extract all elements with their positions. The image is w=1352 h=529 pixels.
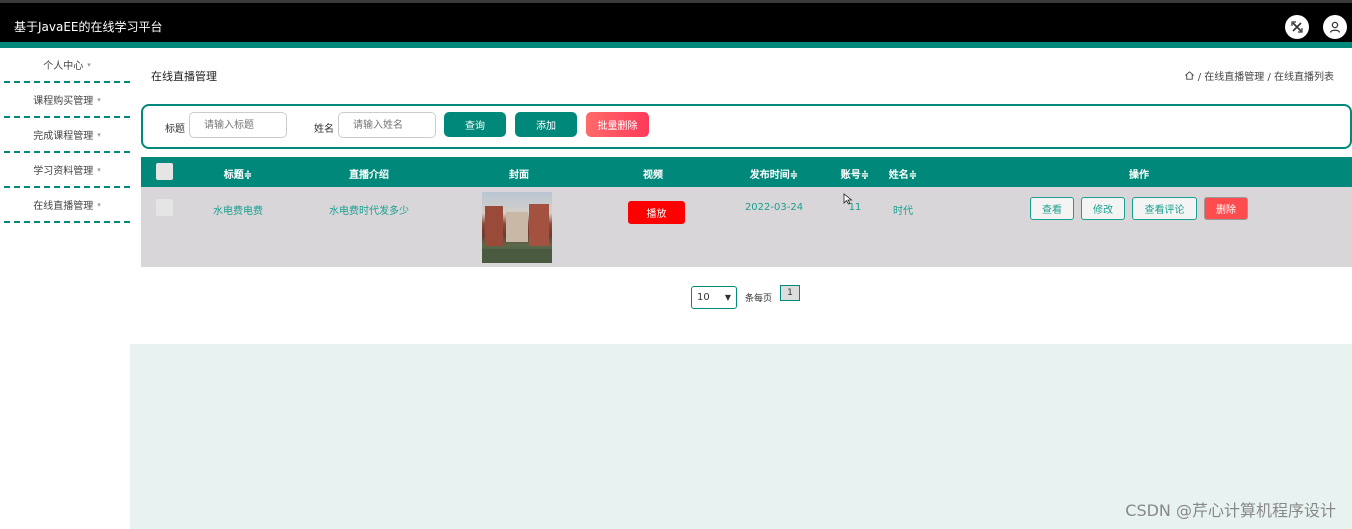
name-label: 姓名 xyxy=(314,124,334,135)
col-account[interactable]: 账号≑ xyxy=(841,166,869,181)
top-bar: 基于JavaEE的在线学习平台 xyxy=(0,0,1352,48)
view-comments-button[interactable]: 查看评论 xyxy=(1132,197,1197,220)
main-content: 在线直播管理 / 在线直播管理 / 在线直播列表 标题 姓名 查询 添加 批量删… xyxy=(130,48,1352,529)
col-intro: 直播介绍 xyxy=(349,170,389,181)
cover-image xyxy=(482,192,552,263)
add-button[interactable]: 添加 xyxy=(515,112,577,137)
caret-down-icon: ▾ xyxy=(97,165,101,174)
query-button[interactable]: 查询 xyxy=(444,112,506,137)
live-table: 标题≑ 直播介绍 封面 视频 发布时间≑ 账号≑ 姓名≑ 操作 水电费电费 水电… xyxy=(141,157,1352,267)
sidebar-item-study-materials[interactable]: 学习资料管理 ▾ xyxy=(4,153,130,188)
select-all-checkbox[interactable] xyxy=(156,163,173,180)
page-size-value: 10 xyxy=(697,292,710,303)
sidebar-item-personal-center[interactable]: 个人中心 ▾ xyxy=(4,48,130,83)
row-title: 水电费电费 xyxy=(213,206,263,217)
search-panel: 标题 姓名 查询 添加 批量删除 xyxy=(141,104,1352,149)
sidebar-item-completed-courses[interactable]: 完成课程管理 ▾ xyxy=(4,118,130,153)
watermark: CSDN @芹心计算机程序设计 xyxy=(1125,501,1336,520)
play-button[interactable]: 播放 xyxy=(628,201,685,224)
name-search-input[interactable] xyxy=(338,112,436,138)
page-size-select[interactable]: 10 ▼ xyxy=(691,286,737,309)
col-cover: 封面 xyxy=(509,170,529,181)
sidebar-item-label: 学习资料管理 xyxy=(33,166,94,177)
home-icon[interactable] xyxy=(1184,70,1195,81)
mouse-cursor-icon xyxy=(843,193,853,205)
caret-down-icon: ▾ xyxy=(97,95,101,104)
row-publish-time: 2022-03-24 xyxy=(744,202,804,213)
caret-down-icon: ▾ xyxy=(87,60,91,69)
page-title: 在线直播管理 xyxy=(151,70,217,83)
delete-button[interactable]: 删除 xyxy=(1204,197,1248,220)
user-icon[interactable] xyxy=(1323,15,1347,39)
close-fullscreen-icon[interactable] xyxy=(1285,15,1309,39)
col-name[interactable]: 姓名≑ xyxy=(889,166,917,181)
sidebar-item-label: 课程购买管理 xyxy=(33,96,94,107)
table-row: 水电费电费 水电费时代发多少 播放 2022-03-24 11 时代 查看 修改… xyxy=(141,187,1352,267)
breadcrumb: / 在线直播管理 / 在线直播列表 xyxy=(1184,68,1334,83)
col-publish-time[interactable]: 发布时间≑ xyxy=(750,166,798,181)
title-search-input[interactable] xyxy=(189,112,287,138)
col-operations: 操作 xyxy=(1129,170,1149,181)
row-checkbox[interactable] xyxy=(156,199,173,216)
batch-delete-button[interactable]: 批量删除 xyxy=(586,112,649,137)
sidebar-item-course-purchase[interactable]: 课程购买管理 ▾ xyxy=(4,83,130,118)
sidebar-item-live-management[interactable]: 在线直播管理 ▾ xyxy=(4,188,130,223)
row-name: 时代 xyxy=(893,206,913,217)
title-label: 标题 xyxy=(165,124,185,135)
app-title: 基于JavaEE的在线学习平台 xyxy=(14,20,163,34)
sidebar: 个人中心 ▾ 课程购买管理 ▾ 完成课程管理 ▾ 学习资料管理 ▾ 在线直播管理 ▾ xyxy=(0,48,130,529)
col-video: 视频 xyxy=(643,170,663,181)
breadcrumb-path[interactable]: / 在线直播管理 / 在线直播列表 xyxy=(1198,68,1334,83)
chevron-down-icon: ▼ xyxy=(724,293,731,302)
table-header: 标题≑ 直播介绍 封面 视频 发布时间≑ 账号≑ 姓名≑ 操作 xyxy=(141,157,1352,187)
pagination: 10 ▼ 条每页 1 xyxy=(691,284,801,309)
row-intro: 水电费时代发多少 xyxy=(329,206,409,217)
view-button[interactable]: 查看 xyxy=(1030,197,1074,220)
sidebar-item-label: 个人中心 xyxy=(43,61,84,72)
sidebar-item-label: 在线直播管理 xyxy=(33,201,94,212)
col-title[interactable]: 标题≑ xyxy=(224,166,252,181)
edit-button[interactable]: 修改 xyxy=(1081,197,1125,220)
per-page-label: 条每页 xyxy=(745,294,773,304)
sidebar-item-label: 完成课程管理 xyxy=(33,131,94,142)
page-number-button[interactable]: 1 xyxy=(780,284,801,301)
caret-down-icon: ▾ xyxy=(97,200,101,209)
caret-down-icon: ▾ xyxy=(97,130,101,139)
